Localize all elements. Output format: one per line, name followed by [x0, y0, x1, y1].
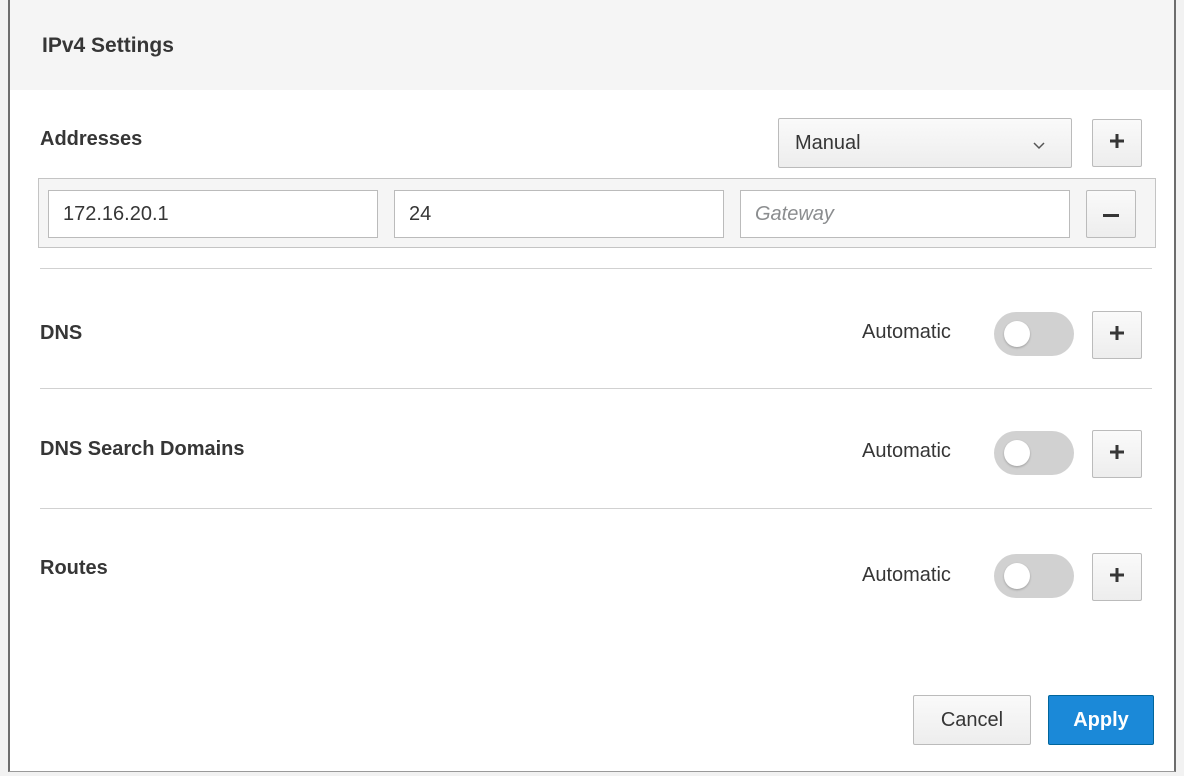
addresses-label: Addresses — [40, 128, 143, 150]
remove-address-button[interactable] — [1086, 190, 1136, 238]
divider — [40, 388, 1152, 389]
address-input[interactable] — [48, 190, 378, 238]
prefix-input[interactable] — [394, 190, 724, 238]
routes-automatic-label: Automatic — [862, 564, 951, 586]
cancel-button[interactable]: Cancel — [913, 695, 1031, 745]
dialog-header: IPv4 Settings — [10, 0, 1174, 90]
add-dns-button[interactable] — [1092, 311, 1142, 359]
add-route-button[interactable] — [1092, 553, 1142, 601]
routes-label: Routes — [40, 557, 108, 579]
chevron-down-icon — [1033, 137, 1045, 155]
dns-search-automatic-label: Automatic — [862, 440, 951, 462]
dns-automatic-toggle[interactable] — [994, 312, 1074, 356]
add-dns-search-domain-button[interactable] — [1092, 430, 1142, 478]
dns-label: DNS — [40, 322, 83, 344]
toggle-knob — [1004, 440, 1030, 466]
add-address-button[interactable] — [1092, 119, 1142, 167]
addresses-method-value: Manual — [795, 132, 861, 154]
apply-button[interactable]: Apply — [1048, 695, 1154, 745]
dns-search-domains-label: DNS Search Domains — [40, 438, 245, 460]
plus-icon — [1110, 567, 1124, 587]
ipv4-settings-dialog: IPv4 Settings Addresses Manual DNS Autom… — [8, 0, 1176, 772]
minus-icon — [1103, 205, 1119, 223]
addresses-method-select[interactable]: Manual — [778, 118, 1072, 168]
dns-automatic-label: Automatic — [862, 321, 951, 343]
divider — [40, 268, 1152, 269]
toggle-knob — [1004, 321, 1030, 347]
routes-automatic-toggle[interactable] — [994, 554, 1074, 598]
divider — [40, 508, 1152, 509]
dns-search-automatic-toggle[interactable] — [994, 431, 1074, 475]
toggle-knob — [1004, 563, 1030, 589]
gateway-input[interactable] — [740, 190, 1070, 238]
plus-icon — [1110, 133, 1124, 153]
plus-icon — [1110, 325, 1124, 345]
dialog-title: IPv4 Settings — [42, 34, 174, 57]
plus-icon — [1110, 444, 1124, 464]
